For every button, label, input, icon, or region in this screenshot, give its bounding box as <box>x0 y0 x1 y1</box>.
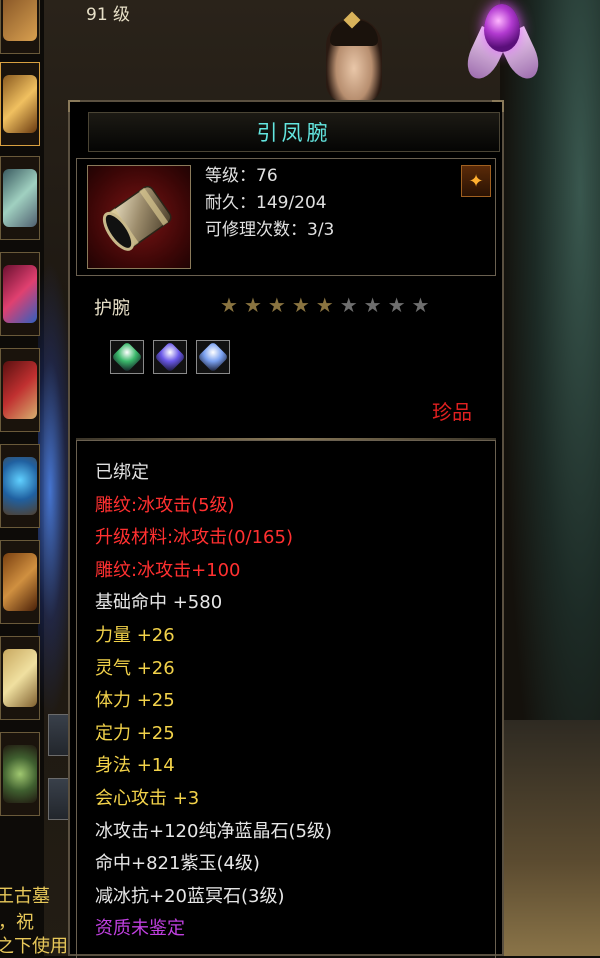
winged-orb-icon[interactable] <box>460 0 546 100</box>
equipment-slot[interactable] <box>0 636 40 720</box>
green-gem-icon <box>111 341 143 373</box>
jade-pendant-icon <box>3 745 37 803</box>
boots-icon <box>3 0 37 41</box>
attribute-list: 已绑定雕纹:冰攻击(5级) 升级材料:冰攻击(0/165) 雕纹:冰攻击+100 基础… <box>95 457 332 946</box>
bracer-item-icon <box>87 165 191 269</box>
item-name: 引凤腕 <box>256 121 332 145</box>
gauntlet-icon <box>3 169 37 227</box>
star-filled-icon: ★ <box>315 293 334 317</box>
equipment-slot[interactable] <box>0 252 40 336</box>
attribute-line: 体力 +25 <box>95 690 175 712</box>
star-filled-icon: ★ <box>220 293 238 317</box>
item-durability: 耐久：149/204 <box>205 193 327 213</box>
amulet-icon <box>3 649 37 707</box>
star-filled-icon: ★ <box>243 293 262 317</box>
attribute-line: 定力 +25 <box>95 722 175 744</box>
attribute-line: 身法 +14 <box>95 755 175 777</box>
gem-sockets <box>110 340 230 374</box>
attribute-line: 升级材料:冰攻击(0/165) <box>95 527 293 549</box>
star-filled-icon: ★ <box>267 293 286 317</box>
bracer-icon <box>102 185 172 251</box>
blue-gem-icon <box>197 341 229 373</box>
item-repair-count: 可修理次数：3/3 <box>205 220 335 240</box>
equipment-slot-selected[interactable] <box>0 62 40 146</box>
equipment-slot[interactable] <box>0 444 40 528</box>
equipment-slot[interactable] <box>0 540 40 624</box>
attribute-line: 减冰抗+20蓝冥石(3级) <box>95 885 285 907</box>
attribute-line: 灵气 +26 <box>95 657 175 679</box>
equipment-slot[interactable] <box>0 0 40 54</box>
star-rating: ★ ★ ★ ★ ★ ★ ★ ★ ★ <box>220 294 429 316</box>
star-empty-icon: ★ <box>363 293 382 317</box>
attribute-line: 资质未鉴定 <box>95 918 185 940</box>
boot-icon <box>3 361 37 419</box>
item-stats: 等级：76 耐久：149/204 可修理次数：3/3 <box>205 163 334 244</box>
ring-icon <box>3 457 37 515</box>
attributes-box: 已绑定雕纹:冰攻击(5级) 升级材料:冰攻击(0/165) 雕纹:冰攻击+100 基础… <box>76 440 496 958</box>
star-empty-icon: ★ <box>339 293 358 317</box>
attribute-line: 雕纹:冰攻击(5级) <box>95 494 235 516</box>
attribute-line: 基础命中 +580 <box>95 592 223 614</box>
chat-text: 王古墓 <box>0 886 50 907</box>
attribute-line: 已绑定 <box>95 462 149 483</box>
item-type: 护腕 <box>94 298 130 319</box>
level-label: 91 级 <box>86 5 131 25</box>
attribute-line: 冰攻击+120纯净蓝晶石(5级) <box>95 820 332 842</box>
attribute-line: 命中+821紫玉(4级) <box>95 853 260 875</box>
fire-element-icon: ✦ <box>461 165 491 197</box>
equipment-slot[interactable] <box>0 156 40 240</box>
tooltip-corner <box>492 100 504 112</box>
attribute-line: 雕纹:冰攻击+100 <box>95 559 241 581</box>
rarity-label: 珍品 <box>432 400 472 424</box>
tooltip-corner <box>68 100 80 112</box>
item-info-box: 等级：76 耐久：149/204 可修理次数：3/3 ✦ <box>76 158 496 276</box>
attribute-line: 力量 +26 <box>95 624 175 646</box>
blue-gem-slot[interactable] <box>196 340 230 374</box>
star-empty-icon: ★ <box>411 293 430 317</box>
ring-icon <box>3 553 37 611</box>
attribute-line: 会心攻击 +3 <box>95 787 200 809</box>
purple-orb-gem <box>484 4 520 52</box>
equipment-slot[interactable] <box>0 348 40 432</box>
belt-icon <box>3 265 37 323</box>
equipment-slot[interactable] <box>0 732 40 816</box>
star-filled-icon: ★ <box>291 293 310 317</box>
bracer-icon <box>3 75 37 133</box>
purple-gem-slot[interactable] <box>153 340 187 374</box>
tooltip-title-bar: 引凤腕 <box>88 112 500 152</box>
green-gem-slot[interactable] <box>110 340 144 374</box>
stage-floor <box>500 720 600 956</box>
item-tooltip: 引凤腕 等级：76 耐久：149/204 可修理次数：3/3 ✦ 护腕 ★ ★ … <box>68 100 504 958</box>
chat-text: 之下使用 <box>0 936 68 956</box>
star-empty-icon: ★ <box>387 293 406 317</box>
purple-gem-icon <box>154 341 186 373</box>
chat-text: ，祝 <box>0 912 34 933</box>
item-level: 等级：76 <box>205 166 278 186</box>
